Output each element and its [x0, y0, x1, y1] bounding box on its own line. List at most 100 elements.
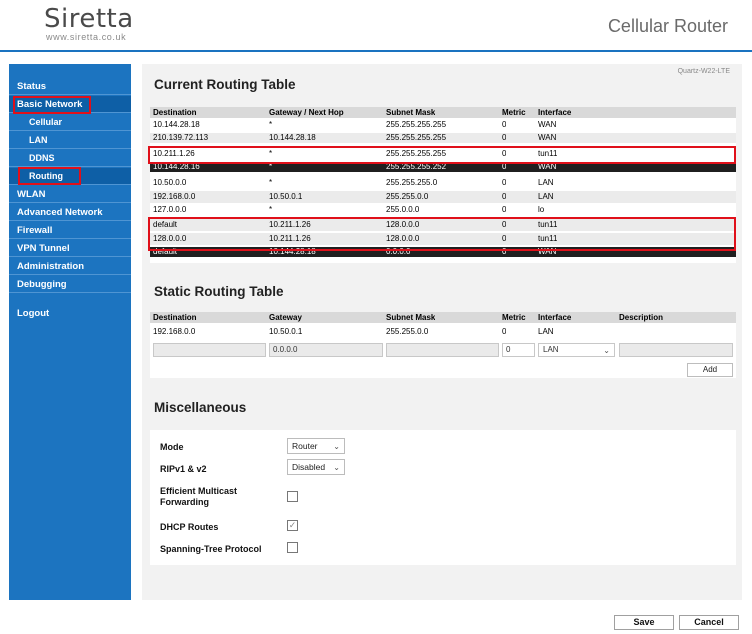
add-route-button[interactable]: Add: [687, 363, 733, 377]
sidebar-item-basic-network[interactable]: Basic Network: [9, 96, 131, 113]
cell-destination: 10.144.28.16: [153, 162, 200, 171]
table-row: 10.144.28.18 * 255.255.255.255 0 WAN: [150, 119, 736, 131]
table-row: 128.0.0.0 10.211.1.26 128.0.0.0 0 tun11: [150, 233, 736, 245]
sidebar-item-firewall[interactable]: Firewall: [9, 222, 131, 239]
col-interface: Interface: [538, 313, 572, 322]
cell-gateway: 10.144.28.18: [269, 133, 316, 142]
cell-interface: WAN: [538, 133, 557, 142]
cell-interface: tun11: [538, 220, 558, 229]
cell-subnet: 255.255.255.255: [386, 133, 447, 142]
sidebar-item-routing[interactable]: Routing: [9, 168, 131, 185]
cancel-button[interactable]: Cancel: [679, 615, 739, 630]
new-subnet-input[interactable]: [386, 343, 499, 357]
multicast-label-line1: Efficient Multicast: [160, 486, 238, 496]
col-subnet: Subnet Mask: [386, 313, 436, 322]
table-row: 10.211.1.26 * 255.255.255.255 0 tun11: [150, 148, 736, 160]
chevron-down-icon: ⌄: [333, 442, 340, 451]
table-row: 127.0.0.0 * 255.0.0.0 0 lo: [150, 205, 736, 215]
cell-interface: lo: [538, 205, 545, 214]
cell-metric: 0: [502, 149, 507, 158]
table-row: default 10.144.28.18 0.0.0.0 0 WAN: [150, 247, 736, 257]
dhcp-routes-label: DHCP Routes: [160, 522, 219, 532]
rip-value: Disabled: [292, 462, 326, 472]
product-title: Cellular Router: [607, 16, 728, 36]
mode-select[interactable]: Router ⌄: [287, 438, 345, 454]
cell-metric: 0: [502, 133, 507, 142]
sidebar-item-lan[interactable]: LAN: [9, 132, 131, 149]
cell-destination: 10.50.0.0: [153, 178, 187, 187]
cell-subnet: 255.255.255.255: [386, 120, 447, 129]
rip-select[interactable]: Disabled ⌄: [287, 459, 345, 475]
chevron-down-icon: ⌄: [603, 346, 610, 355]
logo-url: www.siretta.co.uk: [46, 32, 127, 42]
cell-interface: WAN: [538, 162, 557, 171]
multicast-checkbox[interactable]: [287, 491, 298, 502]
sidebar-item-debugging[interactable]: Debugging: [9, 276, 131, 293]
main-panel: Quartz-W22-LTE Current Routing Table Des…: [142, 64, 742, 600]
cell-gateway: *: [269, 120, 273, 129]
table-row: 10.144.28.16 * 255.255.255.252 0 WAN: [150, 162, 736, 172]
dhcp-routes-checkbox[interactable]: ✓: [287, 520, 298, 531]
mode-label: Mode: [160, 442, 184, 452]
cell-destination: 192.168.0.0: [153, 192, 196, 201]
new-gateway-input[interactable]: 0.0.0.0: [269, 343, 383, 357]
col-interface: Interface: [538, 108, 572, 117]
cell-gateway: 10.211.1.26: [269, 234, 311, 243]
mode-value: Router: [292, 441, 318, 451]
current-routing-table: Destination Gateway / Next Hop Subnet Ma…: [150, 107, 736, 263]
cell-metric: 0: [502, 234, 507, 243]
sidebar-item-logout[interactable]: Logout: [9, 305, 131, 322]
stp-checkbox[interactable]: [287, 542, 298, 553]
cell-subnet: 128.0.0.0: [386, 234, 420, 243]
cell-gateway: 10.50.0.1: [269, 192, 303, 201]
sidebar-item-administration[interactable]: Administration: [9, 258, 131, 275]
cell-subnet: 0.0.0.0: [386, 247, 411, 256]
new-metric-input[interactable]: 0: [502, 343, 535, 357]
col-description: Description: [619, 313, 664, 322]
cell-subnet: 255.255.0.0: [386, 327, 429, 336]
sidebar-item-advanced-network[interactable]: Advanced Network: [9, 204, 131, 221]
new-destination-input[interactable]: [153, 343, 266, 357]
router-page: Siretta www.siretta.co.uk Cellular Route…: [0, 0, 752, 634]
cell-interface: LAN: [538, 327, 554, 336]
col-subnet: Subnet Mask: [386, 108, 436, 117]
cell-metric: 0: [502, 247, 507, 256]
table-row: 192.168.0.0 10.50.0.1 255.255.0.0 0 LAN: [150, 191, 736, 203]
cell-destination: 10.211.1.26: [153, 149, 195, 158]
save-button[interactable]: Save: [614, 615, 674, 630]
cell-destination: default: [153, 220, 178, 229]
stp-label: Spanning-Tree Protocol: [160, 544, 262, 554]
table-row: 192.168.0.0 10.50.0.1 255.255.0.0 0 LAN: [150, 326, 736, 338]
cell-metric: 0: [502, 192, 507, 201]
sidebar-item-vpn-tunnel[interactable]: VPN Tunnel: [9, 240, 131, 257]
cell-subnet: 128.0.0.0: [386, 220, 420, 229]
cell-gateway: *: [269, 178, 273, 187]
new-description-input[interactable]: [619, 343, 733, 357]
sidebar-item-wlan[interactable]: WLAN: [9, 186, 131, 203]
current-routing-title: Current Routing Table: [154, 77, 296, 92]
cell-destination: 127.0.0.0: [153, 205, 187, 214]
cell-gateway: 10.50.0.1: [269, 327, 303, 336]
sidebar-item-ddns[interactable]: DDNS: [9, 150, 131, 167]
cell-interface: tun11: [538, 149, 558, 158]
col-destination: Destination: [153, 313, 197, 322]
cell-metric: 0: [502, 205, 507, 214]
cell-destination: 10.144.28.18: [153, 120, 200, 129]
cell-gateway: *: [269, 205, 273, 214]
sidebar-item-cellular[interactable]: Cellular: [9, 114, 131, 131]
cell-subnet: 255.255.255.0: [386, 178, 438, 187]
cell-metric: 0: [502, 120, 507, 129]
col-gateway: Gateway / Next Hop: [269, 108, 344, 117]
cell-destination: 210.139.72.113: [153, 133, 209, 142]
sidebar-item-status[interactable]: Status: [9, 78, 131, 95]
cell-interface: tun11: [538, 234, 558, 243]
chevron-down-icon: ⌄: [333, 463, 340, 472]
table-row: 10.50.0.0 * 255.255.255.0 0 LAN: [150, 177, 736, 189]
table-header: Destination Gateway / Next Hop Subnet Ma…: [150, 107, 736, 118]
cell-subnet: 255.255.255.255: [386, 149, 447, 158]
cell-gateway: *: [269, 162, 273, 171]
cell-metric: 0: [502, 162, 507, 171]
new-interface-select[interactable]: LAN ⌄: [538, 343, 615, 357]
cell-gateway: *: [269, 149, 273, 158]
cell-interface: LAN: [538, 178, 554, 187]
